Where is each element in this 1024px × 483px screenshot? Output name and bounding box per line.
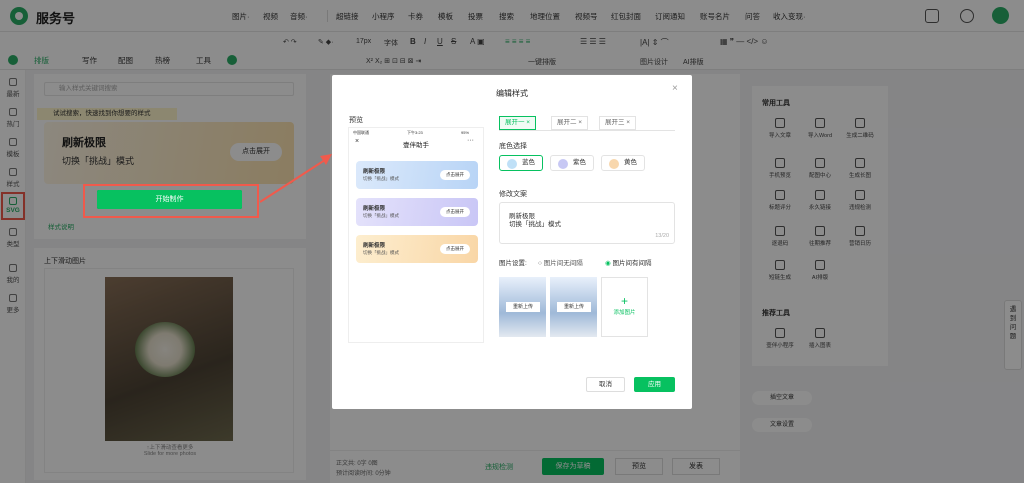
plus-icon: + [620,294,628,308]
color-blue-option[interactable]: 蓝色 [499,155,543,171]
radio-gap[interactable]: ◉ 图片间有间隔 [605,257,651,267]
text-edit-area[interactable]: 刷新极限 切换「挑战」模式 13/20 [499,202,675,244]
tab-expand-2[interactable]: 展开二 × [551,116,589,130]
phone-card-subtitle: 切换「挑战」模式 [363,176,399,181]
start-button-overlay[interactable]: 开始制作 [97,190,242,209]
cancel-button[interactable]: 取消 [586,377,625,392]
radio-no-gap[interactable]: ○ 图片间无间隔 [538,257,583,267]
tab-underline [499,130,675,131]
image-thumb-2[interactable]: 重新上传 [550,277,597,337]
color-purple-option[interactable]: 紫色 [550,155,594,171]
tab-label: 展开二 [557,119,577,126]
time-text: 下午3:23 [407,130,423,135]
phone-card-1: 刷新极限 切换「挑战」模式 点击展开 [356,161,478,189]
phone-card-subtitle: 切换「挑战」模式 [363,213,399,218]
image-settings-label: 图片设置: [499,260,527,267]
close-icon[interactable]: × [672,83,678,94]
color-yellow-option[interactable]: 黄色 [601,155,645,171]
phone-card-subtitle: 切换「挑战」模式 [363,250,399,255]
bg-color-label: 底色选择 [499,143,527,150]
add-image-button[interactable]: + 添加图片 [601,277,648,337]
phone-preview: 中国联通 下午3:23 95% × 壹伴助手 ··· 刷新极限 切换「挑战」模式… [348,127,484,343]
more-icon: ··· [467,137,474,144]
phone-card-button: 点击展开 [440,207,470,217]
phone-card-3: 刷新极限 切换「挑战」模式 点击展开 [356,235,478,263]
reupload-button[interactable]: 重新上传 [506,302,540,312]
color-swatch-icon [558,159,568,169]
tab-label: 展开一 [505,119,525,126]
radio-label: 图片间有间隔 [612,260,652,267]
tab-expand-3[interactable]: 展开三 × [599,116,637,130]
add-image-label: 添加图片 [613,310,636,316]
edit-style-modal: 编辑样式 × 预览 中国联通 下午3:23 95% × 壹伴助手 ··· 刷新极… [332,75,692,409]
radio-label: 图片间无间隔 [543,260,583,267]
color-swatch-icon [507,159,517,169]
char-count: 13/20 [655,233,669,239]
phone-card-title: 刷新极限 [363,243,386,249]
pointer-arrow-icon [259,154,332,203]
preview-label: 预览 [349,117,363,124]
color-label: 紫色 [573,159,586,166]
battery-text: 95% [461,130,470,135]
phone-header-title: 壹伴助手 [403,142,429,149]
tab-expand-1[interactable]: 展开一 × [499,116,537,130]
phone-card-2: 刷新极限 切换「挑战」模式 点击展开 [356,198,478,226]
color-swatch-icon [609,159,619,169]
text-edit-label: 修改文案 [499,191,527,198]
phone-card-title: 刷新极限 [363,206,386,212]
text-line-2: 切换「挑战」模式 [509,220,561,228]
modal-title: 编辑样式 [496,89,528,98]
image-thumb-1[interactable]: 重新上传 [499,277,546,337]
tab-label: 展开三 [605,119,625,126]
phone-card-button: 点击展开 [440,244,470,254]
phone-card-button: 点击展开 [440,170,470,180]
phone-card-title: 刷新极限 [363,169,386,175]
carrier-text: 中国联通 [353,130,369,135]
color-label: 蓝色 [522,159,535,166]
apply-button[interactable]: 应用 [634,377,675,392]
reupload-button[interactable]: 重新上传 [557,302,591,312]
color-label: 黄色 [624,159,637,166]
